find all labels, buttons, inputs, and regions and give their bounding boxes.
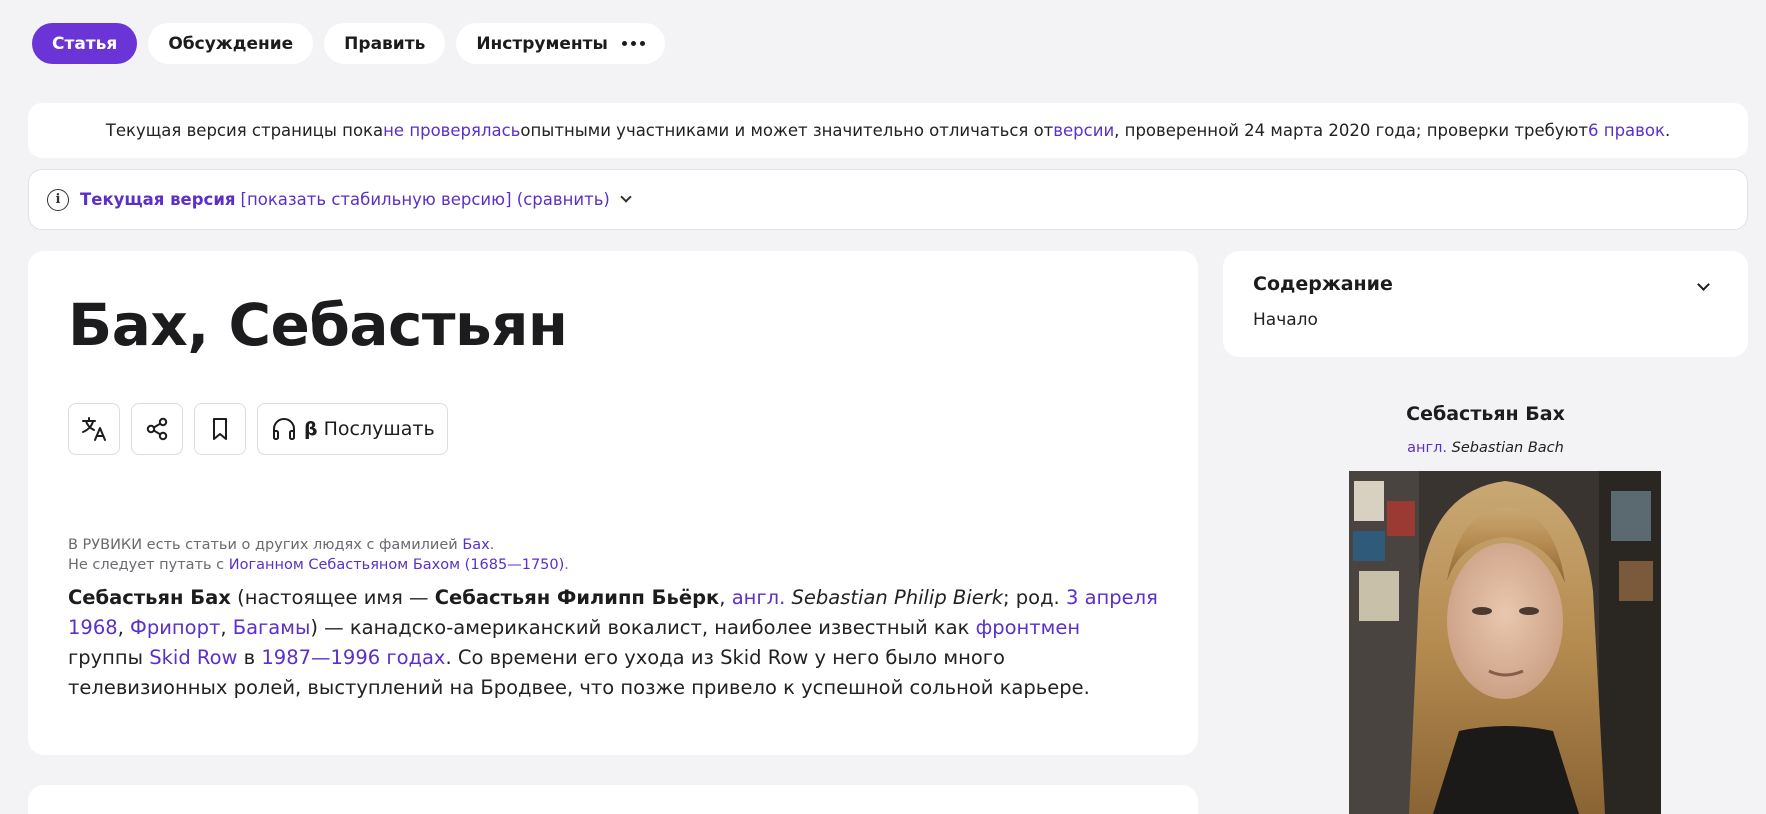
notice-text-2: опытными участниками и может значительно… [520,121,1054,140]
lead-paragraph: Себастьян Бах (настоящее имя — Себастьян… [68,583,1158,703]
tab-edit[interactable]: Править [324,23,446,64]
headphones-icon [273,418,295,440]
notice-text-4: . [1664,121,1671,140]
beta-badge: β [304,418,318,440]
hatnote-line-1: В РУВИКИ есть статьи о других людях с фа… [68,535,569,555]
infobox-title: Себастьян Бах [1406,403,1565,425]
compare-link[interactable]: сравнить [523,190,603,209]
tab-edit-label: Править [344,33,426,54]
english-name: Sebastian Philip Bierk [791,586,1003,609]
next-section-card [28,785,1198,814]
tab-discussion[interactable]: Обсуждение [148,23,314,64]
listen-button[interactable]: β Послушать [257,403,448,455]
toc-title: Содержание [1253,273,1393,295]
notice-text-3: , проверенной 24 марта 2020 года; провер… [1114,121,1589,140]
article-actions: β Послушать [68,403,448,455]
translate-icon [82,417,106,441]
frontman-link[interactable]: фронтмен [976,616,1081,639]
share-icon [146,417,168,441]
tab-article-label: Статья [52,33,118,54]
english-lang-link[interactable]: англ. [732,586,786,609]
version-link[interactable]: версии [1053,121,1114,140]
share-button[interactable] [131,403,183,455]
freeport-link[interactable]: Фрипорт [130,616,220,639]
toc-item-start[interactable]: Начало [1253,310,1318,330]
tab-discussion-label: Обсуждение [168,33,294,54]
lead-text: (настоящее имя — [230,586,435,609]
portrait-photo[interactable] [1349,471,1661,814]
table-of-contents: Содержание Начало [1223,251,1748,357]
info-icon: i [47,188,69,211]
listen-label: Послушать [323,418,435,440]
hatnote2-end: . [564,557,569,573]
version-bar: i Текущая версия [показать стабильную ве… [28,169,1748,230]
page-title: Бах, Себастьян [68,291,568,359]
lead-text: группы [68,646,150,669]
tab-tools[interactable]: Инструменты [456,23,665,64]
lead-real-name: Себастьян Филипп Бьёрк [434,586,720,609]
lead-text: в [237,646,262,669]
bahamas-link[interactable]: Багамы [233,616,311,639]
years-link[interactable]: 1987—1996 годах [261,646,445,669]
hatnote-js-bach-link[interactable]: Иоганном Себастьяном Бахом (1685—1750) [229,557,565,573]
lead-text: , [719,586,732,609]
show-stable-version-link[interactable]: показать стабильную версию [247,190,505,209]
infobox-english-name: Sebastian Bach [1451,440,1564,456]
hatnote1-text: В РУВИКИ есть статьи о других людях с фа… [68,537,463,553]
page-tabs: Статья Обсуждение Править Инструменты [32,23,665,64]
hatnote1-end: . [489,537,495,553]
skid-row-link[interactable]: Skid Row [149,646,237,669]
portrait-image [1349,471,1661,814]
lead-text: ) — канадско-американский вокалист, наиб… [310,616,976,639]
current-version-label: Текущая версия [80,190,236,209]
chevron-down-icon[interactable] [620,191,632,203]
article-card: Бах, Себастьян β Послушать В РУВИКИ есть… [28,251,1198,755]
bracket-close: ] [505,190,512,209]
hatnote: В РУВИКИ есть статьи о других людях с фа… [68,535,569,575]
lead-text: ; род. [1003,586,1066,609]
chevron-down-icon[interactable] [1697,278,1710,291]
tab-article[interactable]: Статья [32,23,138,64]
not-reviewed-link[interactable]: не проверялась [383,121,520,140]
infobox-original-name: англ. Sebastian Bach [1223,440,1748,456]
pending-edits-link[interactable]: 6 правок [1588,121,1665,140]
more-dots-icon [621,41,645,46]
paren-close: ) [603,190,610,209]
lead-text: , [117,616,131,639]
bookmark-button[interactable] [194,403,246,455]
tab-tools-label: Инструменты [476,33,608,54]
lead-name: Себастьян Бах [68,586,231,609]
bookmark-icon [213,418,227,440]
review-notice: Текущая версия страницы пока не проверял… [28,103,1748,158]
lead-text: , [220,616,233,639]
infobox-lang-link[interactable]: англ. [1407,440,1447,456]
notice-text-1: Текущая версия страницы пока [105,121,384,140]
hatnote-line-2: Не следует путать с Иоганном Себастьяном… [68,555,569,575]
hatnote-bach-link[interactable]: Бах [462,537,489,553]
translate-button[interactable] [68,403,120,455]
hatnote2-text: Не следует путать с [68,557,229,573]
